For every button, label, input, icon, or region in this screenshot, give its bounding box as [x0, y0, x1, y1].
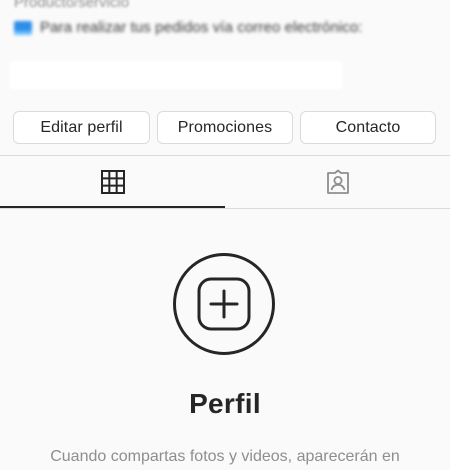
profile-bio: Producto/servicio Para realizar tus pedi…: [0, 0, 450, 100]
promotions-button[interactable]: Promociones: [157, 111, 293, 144]
bio-text: Para realizar tus pedidos vía correo ele…: [40, 19, 363, 36]
empty-state-title: Perfil: [189, 388, 261, 419]
blurred-link: [10, 61, 342, 89]
blue-emoji-icon: [14, 20, 32, 35]
tab-tagged[interactable]: [225, 156, 450, 208]
profile-screen: Producto/servicio Para realizar tus pedi…: [0, 0, 450, 470]
tab-grid[interactable]: [0, 156, 225, 208]
add-post-button[interactable]: [173, 253, 275, 355]
contact-button[interactable]: Contacto: [300, 111, 436, 144]
add-post-icon: [197, 277, 251, 331]
profile-category: Producto/servicio: [14, 0, 130, 11]
bio-line: Para realizar tus pedidos vía correo ele…: [14, 19, 363, 36]
profile-actions: Editar perfil Promociones Contacto: [13, 111, 437, 145]
tabs-divider-bottom: [0, 208, 450, 209]
tagged-person-icon: [326, 169, 349, 194]
empty-state-description: Cuando compartas fotos y videos, aparece…: [50, 448, 400, 465]
profile-tabs: [0, 156, 450, 208]
grid-icon: [100, 170, 125, 194]
edit-profile-button[interactable]: Editar perfil: [13, 111, 150, 144]
